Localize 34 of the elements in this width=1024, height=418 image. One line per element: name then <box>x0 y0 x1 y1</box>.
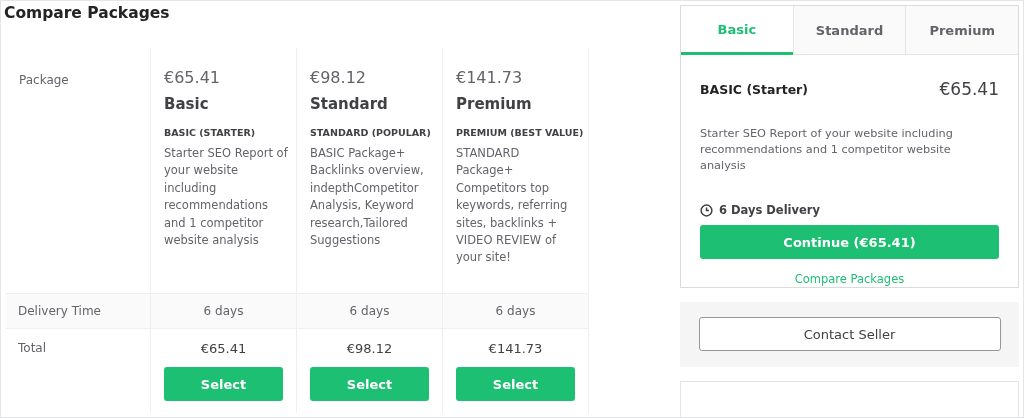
package-tab[interactable]: Standard <box>792 6 906 55</box>
total-price: €65.41 <box>200 341 247 356</box>
delivery-time: 6 days <box>442 293 588 329</box>
package-price: €141.73 <box>456 68 524 87</box>
package-description: Starter SEO Report of your website including recommendations and 1 competitor website analysis <box>700 126 954 174</box>
total-price: €98.12 <box>346 341 393 356</box>
package-tab[interactable]: Premium <box>905 6 1018 55</box>
row-label: Package <box>18 72 70 89</box>
row-label: Total <box>17 340 48 357</box>
package-price: €98.12 <box>310 68 367 87</box>
delivery-time: 6 days <box>296 293 442 329</box>
continue-button[interactable]: Continue (€65.41) <box>700 225 999 259</box>
package-description: Starter SEO Report of your website including recommendations and 1 competitor website analysis <box>164 145 288 250</box>
package-name: Basic <box>164 95 210 113</box>
package-price: €65.41 <box>164 68 221 87</box>
clock-icon <box>700 203 713 217</box>
section-title: Compare Packages <box>4 4 171 24</box>
delivery-info: 6 Days Delivery <box>719 203 820 217</box>
row-label: Delivery Time <box>6 293 150 329</box>
select-button[interactable]: Select <box>456 367 575 401</box>
package-subtitle: STANDARD (POPULAR) <box>310 127 432 138</box>
package-name: Standard <box>310 95 389 113</box>
package-description: STANDARD Package+ Competitors top keywords, referring sites, backlinks + VIDEO REVIEW of your site! <box>456 145 569 267</box>
package-price: €65.41 <box>939 79 999 99</box>
package-name: Premium <box>456 95 533 113</box>
select-button[interactable]: Select <box>310 367 429 401</box>
package-title: BASIC (Starter) <box>700 81 808 97</box>
package-subtitle: BASIC (STARTER) <box>164 127 257 138</box>
contact-seller-button[interactable]: Contact Seller <box>698 317 1001 352</box>
delivery-time: 6 days <box>150 293 296 329</box>
select-button[interactable]: Select <box>164 367 283 401</box>
compare-packages-link[interactable]: Compare Packages <box>794 272 905 286</box>
package-description: BASIC Package+ Backlinks overview, indepthCompetitor Analysis, Keyword research,Tailored Suggestions <box>310 145 425 250</box>
total-price: €141.73 <box>488 341 543 356</box>
